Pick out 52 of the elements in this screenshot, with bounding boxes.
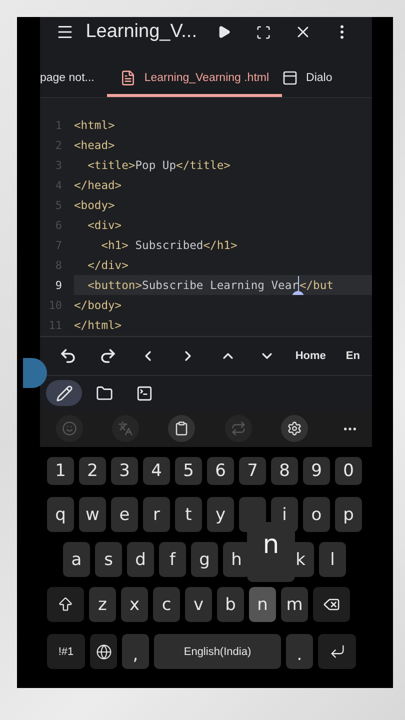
keyboard-key[interactable]: t xyxy=(175,497,202,532)
file-tab[interactable]: page not... xyxy=(40,61,108,97)
line-number: 9 xyxy=(54,278,63,292)
keyboard-key[interactable]: q xyxy=(47,497,74,532)
keyboard-key[interactable]: w xyxy=(79,497,106,532)
code-line: <html> xyxy=(74,118,116,134)
toolbar-button[interactable]: En xyxy=(338,350,372,362)
keyboard-key[interactable]: x xyxy=(121,587,148,622)
code-line: </div> xyxy=(86,258,130,274)
keyboard-key[interactable]: b xyxy=(217,587,244,622)
keyboard-key[interactable]: v xyxy=(185,587,212,622)
code-line: </head> xyxy=(74,178,123,194)
period-key[interactable]: . xyxy=(286,634,313,669)
keyboard-key[interactable]: 7 xyxy=(239,457,266,485)
keyboard-key[interactable]: 1 xyxy=(47,457,74,485)
symbols-key[interactable]: !#1 xyxy=(47,634,85,669)
keyboard-key[interactable]: g xyxy=(191,542,218,577)
keyboard-key[interactable]: z xyxy=(89,587,116,622)
keyboard-key[interactable]: p xyxy=(335,497,362,532)
comma-key[interactable]: , xyxy=(122,634,149,669)
keyboard-key[interactable]: 2 xyxy=(79,457,106,485)
space-bar[interactable]: English(India) xyxy=(154,634,281,669)
keyboard-key[interactable]: a xyxy=(63,542,90,577)
keyboard-key[interactable]: 9 xyxy=(303,457,330,485)
keyboard-key[interactable]: d xyxy=(127,542,154,577)
keyboard-key[interactable]: e xyxy=(111,497,138,532)
file-tab[interactable]: Dialo xyxy=(282,61,346,97)
keyboard-key[interactable]: c xyxy=(153,587,180,622)
window-title: Learning_V... xyxy=(86,21,198,43)
keyboard-key[interactable]: 6 xyxy=(207,457,234,485)
toolbar-button[interactable]: Home xyxy=(287,350,338,362)
keyboard-key[interactable]: y xyxy=(207,497,234,532)
code-line: <body> xyxy=(74,198,116,214)
keyboard-key[interactable]: 5 xyxy=(175,457,202,485)
keyboard-key[interactable]: 0 xyxy=(335,457,362,485)
key-preview-tooltip: n xyxy=(247,522,295,582)
code-line: <head> xyxy=(74,138,116,154)
code-line: </body> xyxy=(74,298,123,314)
keyboard-key[interactable]: s xyxy=(95,542,122,577)
keyboard-key[interactable]: n xyxy=(249,587,276,622)
code-line: <div> xyxy=(86,218,123,234)
keyboard-key[interactable]: m xyxy=(281,587,308,622)
keyboard-key[interactable]: l xyxy=(319,542,346,577)
keyboard-key[interactable]: 8 xyxy=(271,457,298,485)
keyboard-key[interactable]: f xyxy=(159,542,186,577)
keyboard-key[interactable]: o xyxy=(303,497,330,532)
keyboard-key[interactable]: r xyxy=(143,497,170,532)
code-line: </html> xyxy=(74,318,123,334)
keyboard-key[interactable]: 3 xyxy=(111,457,138,485)
keyboard-key[interactable]: 4 xyxy=(143,457,170,485)
code-line: <h1> Subscribed</h1> xyxy=(100,238,238,254)
code-line: <title>Pop Up</title> xyxy=(86,158,232,174)
